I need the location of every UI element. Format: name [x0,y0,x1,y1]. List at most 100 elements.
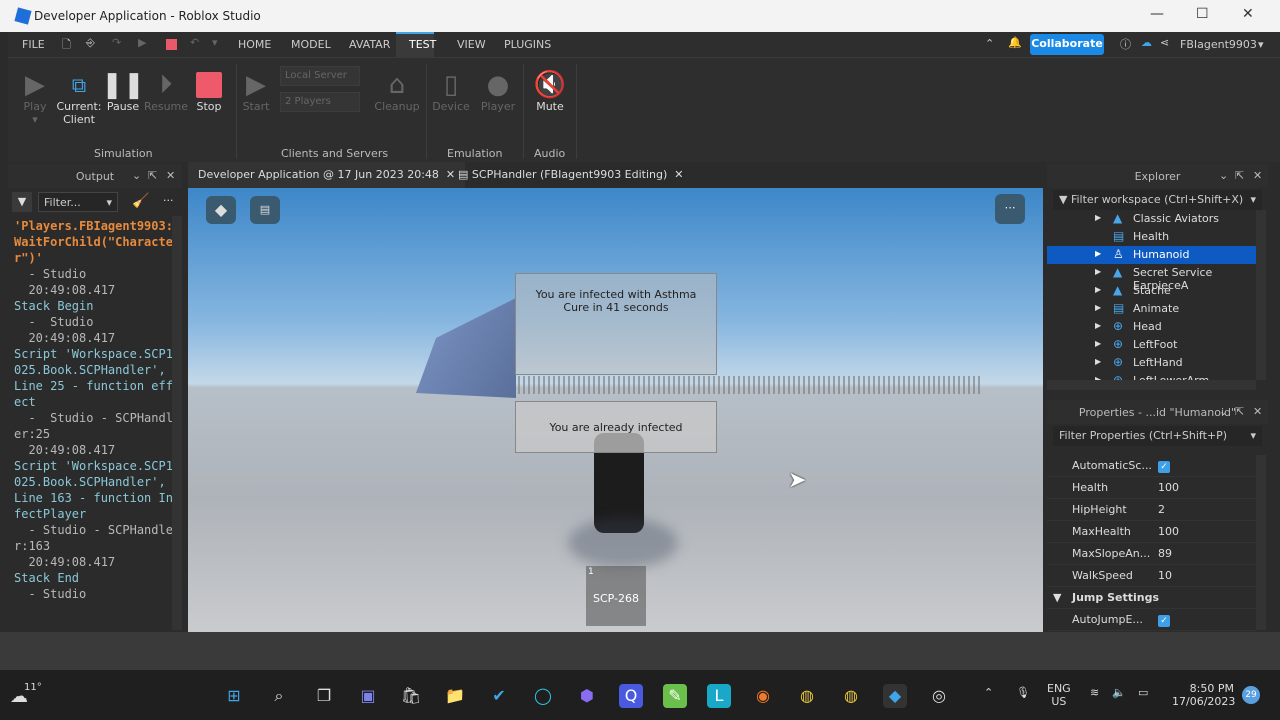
cleanup-button[interactable]: ⌂ Cleanup [373,70,421,113]
app-q-icon[interactable]: Q [619,684,643,708]
menu-file[interactable]: FILE [22,38,45,51]
firefox-icon[interactable]: ◉ [751,684,775,708]
tray-chevron-icon[interactable]: ⌃ [984,686,993,699]
output-filter-input[interactable]: Filter... ▾ [38,192,118,212]
more-options-icon[interactable]: ··· [163,194,174,207]
undock-icon[interactable]: ⇱ [148,169,157,182]
property-row[interactable]: AutoJumpE... ✓ [1047,609,1256,631]
share-icon[interactable]: ⋖ [1160,36,1169,49]
explorer-item[interactable]: ▶ ♙ Humanoid [1047,246,1256,264]
close-icon[interactable]: ✕ [1242,6,1254,22]
start-icon[interactable]: ⊞ [222,684,246,708]
current-client-button[interactable]: ⧉ Current: Client [54,70,104,126]
todo-icon[interactable]: ✔ [487,684,511,708]
chrome-profile-icon[interactable]: ◍ [839,684,863,708]
checkbox[interactable]: ✓ [1158,613,1170,627]
undock-icon[interactable]: ⇱ [1235,169,1244,182]
start-button[interactable]: ▶ Start [232,70,280,113]
explorer-item[interactable]: ▤ Health [1047,228,1256,246]
property-row[interactable]: MaxSlopeAn... 89 [1047,543,1256,565]
section-jump-settings[interactable]: ▼ Jump Settings [1047,587,1256,609]
pause-button[interactable]: ❚❚ Pause [99,70,147,113]
explorer-item[interactable]: ▶ ▲ Secret Service EarpieceA [1047,264,1256,292]
close-panel-icon[interactable]: ✕ [166,169,175,182]
menu-plugins[interactable]: PLUGINS [504,38,551,51]
resume-button[interactable]: ⏵ Resume [142,70,190,114]
customize-icon[interactable]: ▾ [212,36,218,49]
redo-icon[interactable]: ↷ [112,36,121,49]
teams-icon[interactable]: ▣ [356,684,380,708]
expand-arrow-icon[interactable]: ▶ [1095,339,1101,348]
tab-developer-application[interactable]: Developer Application @ 17 Jun 2023 20:4… [188,162,466,188]
mute-button[interactable]: 🔇 Mute [526,70,574,113]
checkbox[interactable]: ✓ [1158,459,1170,473]
notification-bell-icon[interactable]: 🔔 [1008,36,1022,49]
play-dropdown-icon[interactable]: ▾ [11,113,59,126]
player-button[interactable]: ● Player [474,70,522,113]
undock-icon[interactable]: ⇱ [1235,405,1244,418]
menu-test[interactable]: TEST [409,38,436,51]
explorer-filter-input[interactable]: ▼ Filter workspace (Ctrl+Shift+X) ▾ [1053,190,1262,210]
language-indicator[interactable]: ENG US [1047,682,1071,708]
app-icon[interactable]: ⬢ [575,684,599,708]
volume-muted-icon[interactable]: 🔈 [1112,686,1126,699]
help-icon[interactable]: ⓘ [1120,36,1131,52]
minimize-icon[interactable]: — [1150,6,1164,22]
property-row[interactable]: AutomaticSc... ✓ [1047,455,1256,477]
collapse-arrow-icon[interactable]: ▼ [1053,591,1061,604]
expand-arrow-icon[interactable]: ▶ [1095,321,1101,330]
more-menu-icon[interactable]: ⋯ [995,194,1025,224]
explorer-item[interactable]: ▶ ⊕ LeftHand [1047,354,1256,372]
explorer-item[interactable]: ▶ ▲ Classic Aviators [1047,210,1256,228]
collapse-ribbon-icon[interactable]: ⌃ [985,37,994,50]
roblox-menu-icon[interactable]: ◆ [206,196,236,224]
property-row[interactable]: Health 100 [1047,477,1256,499]
roblox-studio-icon[interactable]: ◆ [883,684,907,708]
new-file-icon[interactable]: 🗋 [62,36,71,55]
play-button[interactable]: ▶ Play ▾ [11,70,59,126]
obs-icon[interactable]: ◎ [927,684,951,708]
app-green-icon[interactable]: ✎ [663,684,687,708]
menu-model[interactable]: MODEL [291,38,331,51]
output-scrollbar[interactable] [172,216,182,630]
chevron-down-icon[interactable]: ⌄ [132,169,141,182]
explorer-item[interactable]: ▶ ▲ Stache [1047,282,1256,300]
expand-arrow-icon[interactable]: ▶ [1095,357,1101,366]
chat-icon[interactable]: ▤ [250,196,280,224]
user-chevron-down-icon[interactable]: ▾ [1258,38,1264,51]
cloud-icon[interactable]: ☁ [1141,36,1152,49]
tab-scphandler[interactable]: ▤ SCPHandler (FBIagent9903 Editing) ✕ [448,162,694,188]
property-row[interactable]: HipHeight 2 [1047,499,1256,521]
expand-arrow-icon[interactable]: ▶ [1095,249,1101,258]
menu-view[interactable]: VIEW [457,38,486,51]
clear-output-broom-icon[interactable]: 🧹 [132,193,149,209]
battery-icon[interactable]: ▭ [1138,686,1148,699]
open-icon[interactable]: ⎆ [86,36,95,50]
user-menu[interactable]: FBIagent9903 [1180,38,1257,51]
chrome-icon[interactable]: ◍ [795,684,819,708]
game-viewport[interactable]: ◆ ▤ ⋯ You are infected with Asthma Cure i… [188,188,1043,632]
cortana-icon[interactable]: ◯ [531,684,555,708]
microphone-icon[interactable]: 🎙 [1016,686,1030,699]
property-row[interactable]: MaxHealth 100 [1047,521,1256,543]
explorer-item[interactable]: ▶ ⊕ LeftFoot [1047,336,1256,354]
collaborate-button[interactable]: Collaborate [1030,34,1104,55]
properties-scrollbar[interactable] [1256,455,1266,630]
properties-filter-input[interactable]: Filter Properties (Ctrl+Shift+P) ▾ [1053,426,1262,446]
app-l-icon[interactable]: L [707,684,731,708]
property-row[interactable]: WalkSpeed 10 [1047,565,1256,587]
quick-play-icon[interactable]: ▶ [138,36,146,49]
maximize-icon[interactable]: ☐ [1196,6,1209,22]
explorer-item[interactable]: ▶ ▤ Animate [1047,300,1256,318]
close-panel-icon[interactable]: ✕ [1253,169,1262,182]
menu-avatar[interactable]: AVATAR [349,38,390,51]
undo-icon[interactable]: ↶ [190,36,199,49]
device-button[interactable]: ▯ Device [427,70,475,113]
quick-stop-icon[interactable] [166,39,177,50]
clock[interactable]: 8:50 PM 17/06/2023 [1172,682,1235,708]
file-explorer-icon[interactable]: 📁 [443,684,467,708]
players-select[interactable]: 2 Players [280,92,360,112]
chevron-down-icon[interactable]: ⌄ [1219,169,1228,182]
server-select[interactable]: Local Server [280,66,360,86]
expand-arrow-icon[interactable]: ▶ [1095,285,1101,294]
